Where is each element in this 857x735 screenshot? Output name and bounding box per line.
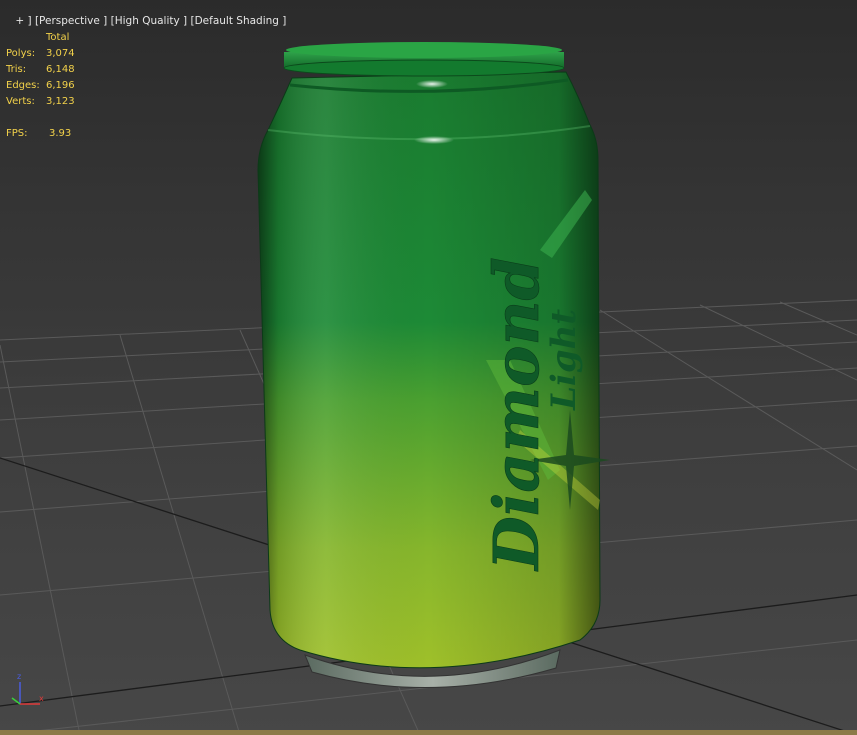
stats-overlay: Total Polys: 3,074 Tris: 6,148 Edges: 6,196… [6,30,86,142]
stats-row: Verts: 3,123 [6,96,75,107]
soda-can-model[interactable]: Diamond Light [0,0,857,735]
stats-row: Tris: 6,148 [6,64,75,75]
brand-text: Diamond [480,257,553,572]
quality-menu[interactable]: [High Quality ] [111,15,188,27]
stats-row: Edges: 6,196 [6,80,75,91]
stats-row: Polys: 3,074 [6,48,75,59]
shading-menu[interactable]: [Default Shading ] [191,15,287,27]
axis-x-label: x [39,694,44,703]
view-mode-menu[interactable]: [Perspective ] [35,15,107,27]
subbrand-text: Light [544,309,584,411]
viewport-menu-button[interactable]: + ] [15,15,31,27]
3d-viewport[interactable]: Diamond Light + ] [Perspective ] [High Q… [0,0,857,735]
viewport-label: + ] [Perspective ] [High Quality ] [Defa… [2,0,286,27]
axis-gizmo-icon: z x [11,672,44,705]
viewport-bottom-border [0,730,857,735]
axis-z-label: z [17,672,21,681]
stats-header: Total [46,32,70,43]
fps-row: FPS: 3.93 [6,128,72,139]
